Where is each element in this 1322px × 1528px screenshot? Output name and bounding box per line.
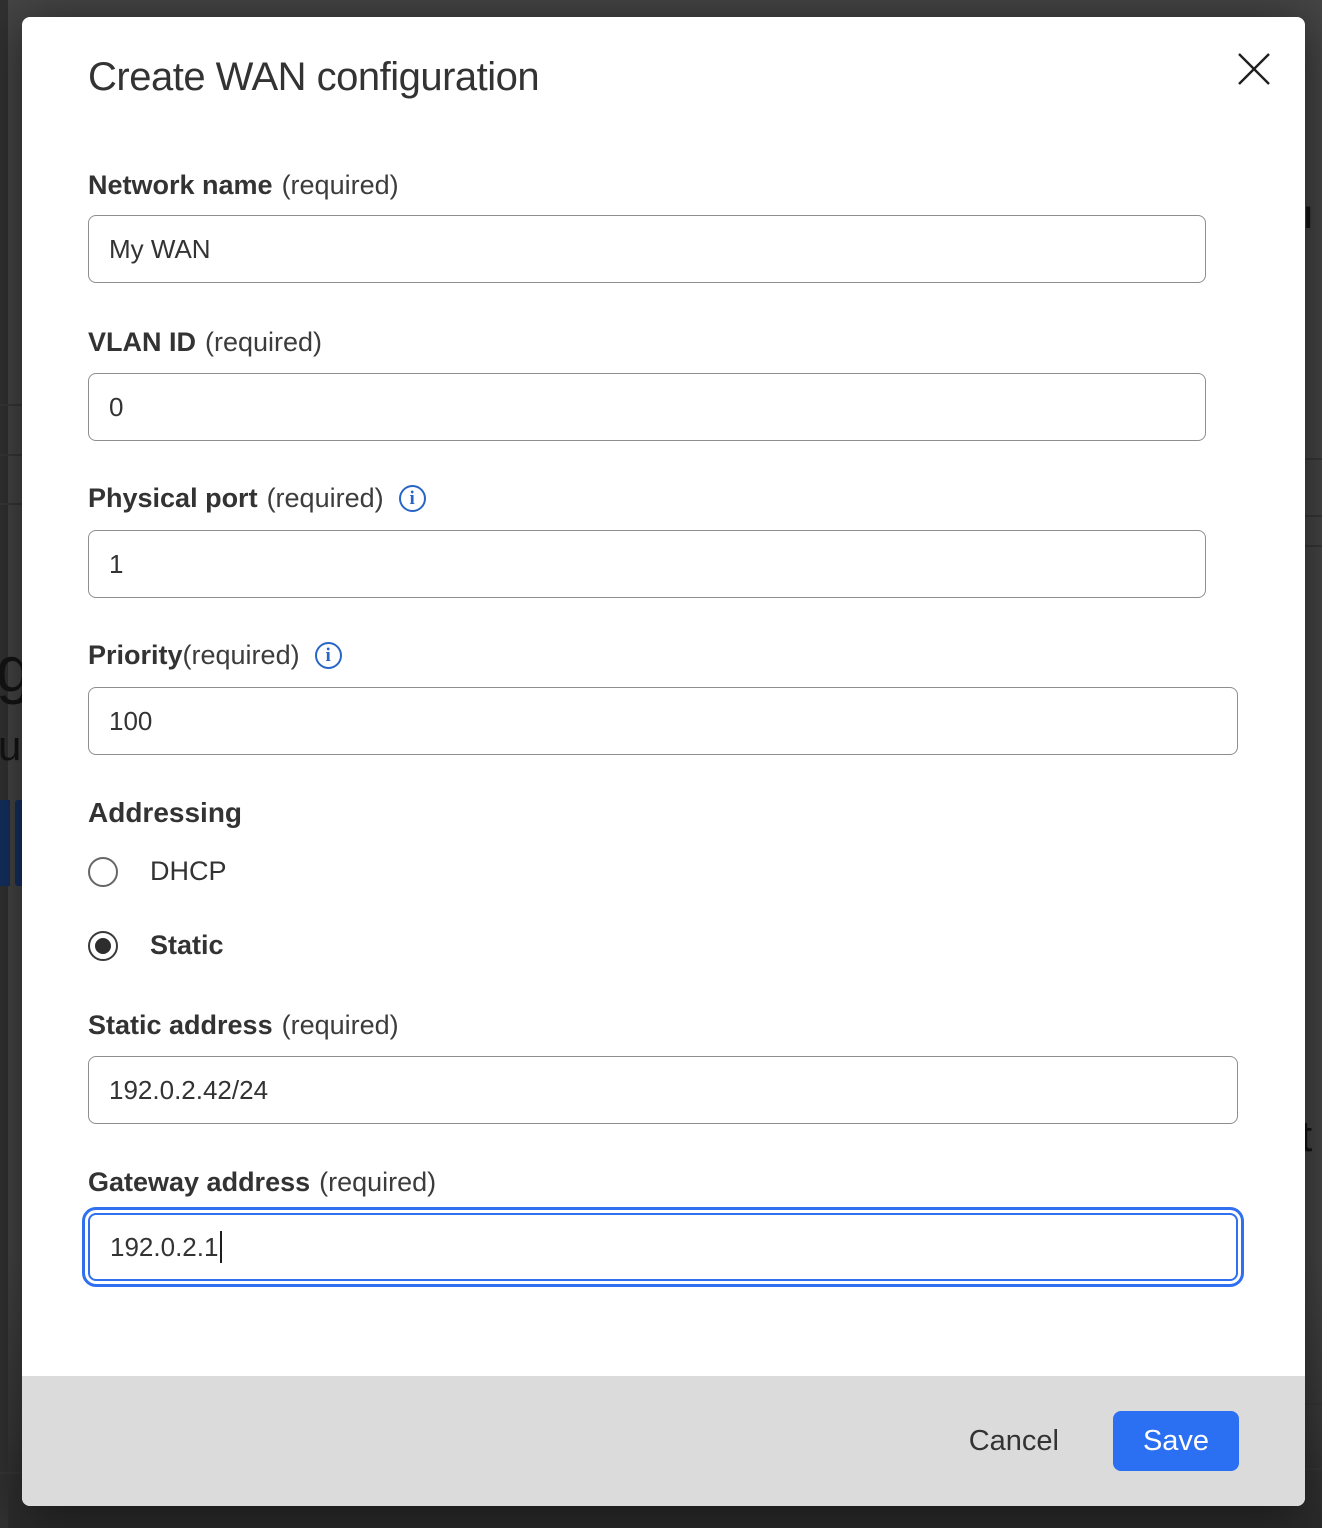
network-name-input[interactable]: [88, 215, 1206, 283]
required-hint: (required): [205, 327, 322, 357]
addressing-heading: Addressing: [88, 797, 242, 829]
radio-unselected-icon[interactable]: [88, 857, 118, 887]
cancel-button[interactable]: Cancel: [965, 1417, 1063, 1466]
background-table-line: [0, 503, 22, 505]
close-icon-glyph: [1236, 51, 1272, 87]
radio-label: DHCP: [150, 856, 227, 887]
radio-label: Static: [150, 930, 224, 961]
background-table-line: [0, 1472, 22, 1474]
field-label: Static address: [88, 1010, 273, 1040]
close-icon[interactable]: [1228, 43, 1280, 95]
background-table-line: [1305, 458, 1322, 460]
gateway-address-input[interactable]: 192.0.2.1: [88, 1213, 1238, 1281]
background-text-fragment: u: [0, 722, 21, 770]
dialog-footer: Cancel Save: [22, 1376, 1305, 1506]
background-table-line: [1305, 545, 1322, 547]
addressing-option-dhcp[interactable]: DHCP: [88, 856, 227, 887]
vlan-id-input[interactable]: [88, 373, 1206, 441]
required-hint: (required): [282, 1010, 399, 1040]
field-label: VLAN ID: [88, 327, 196, 357]
create-wan-dialog: Create WAN configuration Network name (r…: [22, 17, 1305, 1506]
physical-port-label: Physical port (required) i: [88, 483, 426, 513]
field-label: Physical port: [88, 483, 258, 513]
priority-input[interactable]: [88, 687, 1238, 755]
save-button[interactable]: Save: [1113, 1411, 1239, 1471]
static-address-input[interactable]: [88, 1056, 1238, 1124]
dimmed-overlay: g u t l Create WAN configuration Network…: [0, 0, 1322, 1528]
required-hint: (required): [319, 1167, 436, 1197]
background-table-line: [0, 404, 22, 406]
addressing-option-static[interactable]: Static: [88, 930, 224, 961]
background-table-line: [0, 454, 22, 456]
network-name-label: Network name (required): [88, 170, 399, 200]
static-address-label: Static address (required): [88, 1010, 399, 1040]
dialog-title: Create WAN configuration: [88, 55, 539, 100]
physical-port-input[interactable]: [88, 530, 1206, 598]
background-table-line: [1305, 1403, 1322, 1405]
required-hint: (required): [282, 170, 399, 200]
gateway-address-label: Gateway address (required): [88, 1167, 436, 1197]
required-hint: (required): [183, 640, 300, 670]
background-table-line: [1305, 515, 1322, 517]
info-icon[interactable]: i: [315, 642, 342, 669]
text-caret: [220, 1231, 222, 1263]
background-button-fragment: [15, 800, 22, 886]
background-table-line: [1305, 1468, 1322, 1470]
gateway-address-value: 192.0.2.1: [110, 1232, 218, 1263]
field-label: Priority: [88, 640, 183, 670]
info-icon[interactable]: i: [399, 485, 426, 512]
vlan-id-label: VLAN ID (required): [88, 327, 322, 357]
background-button-fragment: [0, 800, 10, 886]
background-text-fragment: l: [1304, 202, 1312, 236]
field-label: Network name: [88, 170, 273, 200]
priority-label: Priority (required) i: [88, 640, 342, 670]
radio-selected-icon[interactable]: [88, 931, 118, 961]
field-label: Gateway address: [88, 1167, 310, 1197]
required-hint: (required): [267, 483, 384, 513]
